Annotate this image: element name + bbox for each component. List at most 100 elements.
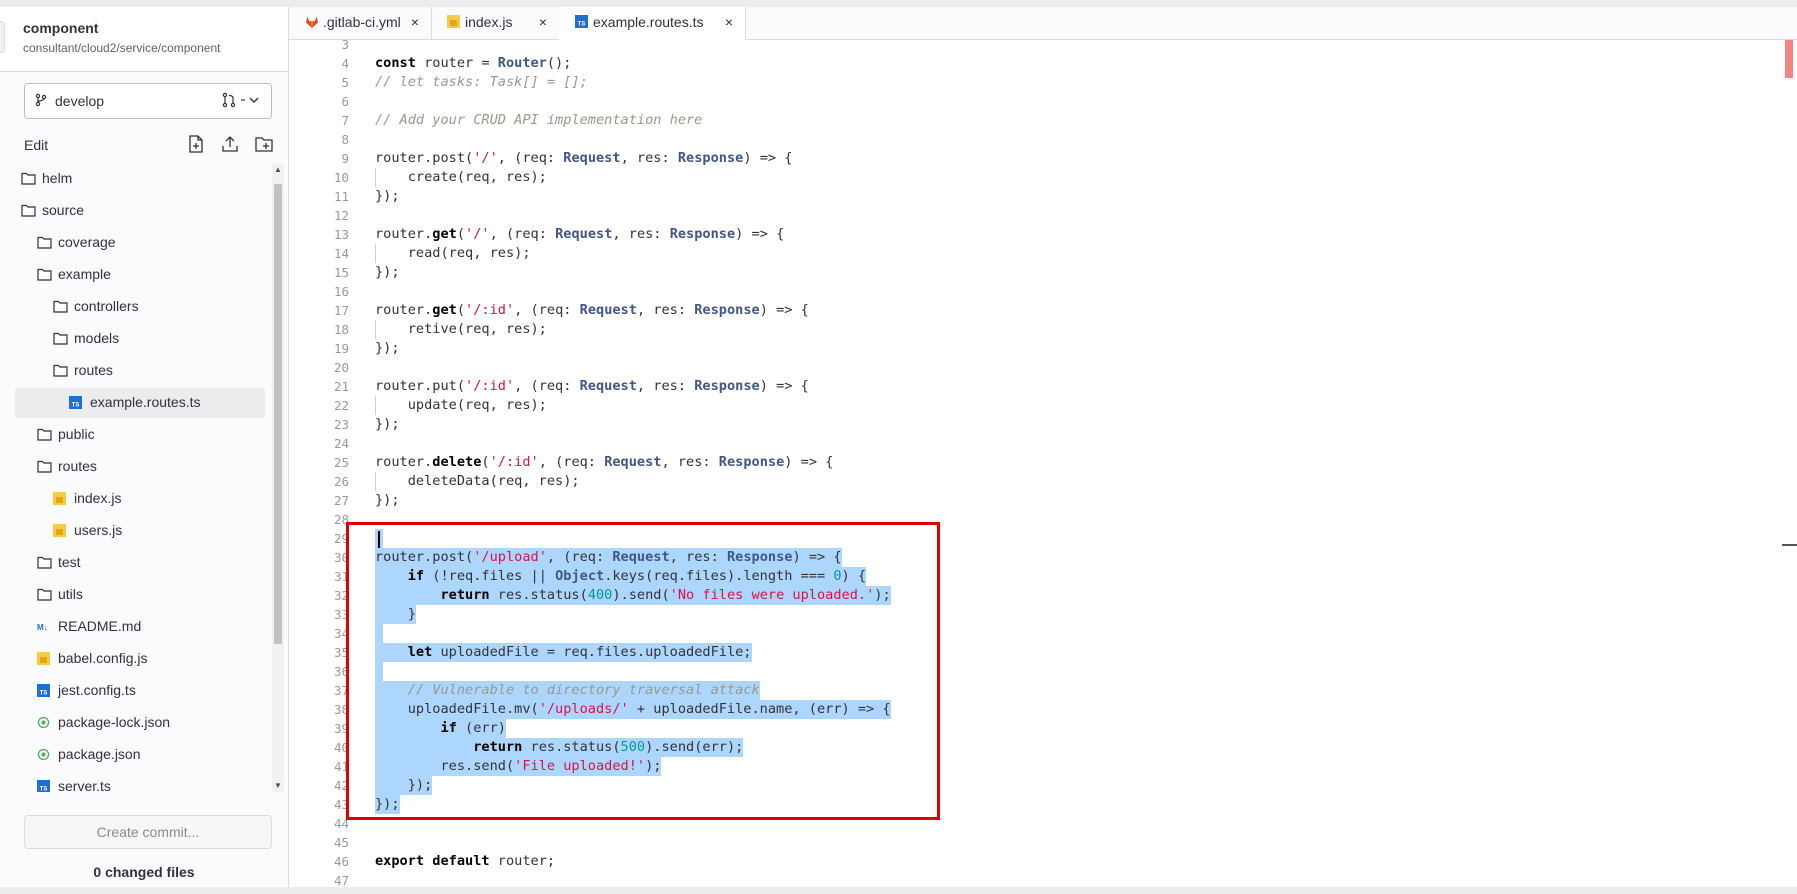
code-line[interactable]: 43}); (289, 795, 1749, 814)
file-tree-item[interactable]: helm (15, 164, 265, 194)
code-line[interactable]: 6 (289, 92, 1749, 111)
scroll-position-marker[interactable] (1785, 40, 1793, 78)
code-line[interactable]: 22 update(req, res); (289, 396, 1749, 415)
code-line[interactable]: 24 (289, 434, 1749, 453)
file-tree-item[interactable]: index.js (15, 484, 265, 514)
code-line[interactable]: 41 res.send('File uploaded!'); (289, 757, 1749, 776)
code-line[interactable]: 9 router.post('/', (req: Request, res: Re… (289, 149, 1749, 168)
code-line[interactable]: 38 uploadedFile.mv('/uploads/' + uploade… (289, 700, 1749, 719)
new-directory-icon[interactable] (254, 134, 276, 154)
code-line[interactable]: 45 (289, 833, 1749, 852)
editor-scrollbar[interactable] (1782, 40, 1797, 887)
file-tree-item[interactable]: users.js (15, 516, 265, 546)
file-tree-item[interactable]: package.json (15, 740, 265, 770)
file-tree-item[interactable]: source (15, 196, 265, 226)
close-icon[interactable]: × (539, 14, 547, 30)
code-line[interactable]: 39 if (err) (289, 719, 1749, 738)
file-tree-scrollbar[interactable]: ▲ ▼ (272, 164, 284, 792)
ts-file-icon: TS (575, 15, 589, 29)
editor-tab[interactable]: .gitlab-ci.yml × (289, 7, 432, 39)
edit-toolbar: Edit (0, 127, 288, 161)
code-line[interactable]: 7 // Add your CRUD API implementation her… (289, 111, 1749, 130)
file-tree-item[interactable]: coverage (15, 228, 265, 258)
code-text: // Add your CRUD API implementation here (375, 112, 703, 128)
code-line[interactable]: 35 let uploadedFile = req.files.uploaded… (289, 643, 1749, 662)
code-line[interactable]: 42 }); (289, 776, 1749, 795)
code-line[interactable]: 13 router.get('/', (req: Request, res: Re… (289, 225, 1749, 244)
code-line[interactable]: 29 (289, 529, 1749, 548)
code-editor[interactable]: 3 4 const router = Router(); 5// let tasks:… (289, 40, 1797, 887)
code-line[interactable]: 25 router.delete('/:id', (req: Request, r… (289, 453, 1749, 472)
scroll-thumb[interactable] (274, 184, 282, 644)
editor-tab[interactable]: TS example.routes.ts × (559, 7, 746, 41)
file-tree-item[interactable]: routes (15, 356, 265, 386)
file-tree-item[interactable]: example (15, 260, 265, 290)
code-line[interactable]: 46 export default router; (289, 852, 1749, 871)
code-line[interactable]: 4 const router = Router(); (289, 54, 1749, 73)
code-text: router.post('/upload', (req: Request, re… (375, 548, 842, 567)
json-file-icon (37, 716, 52, 729)
file-tree-item[interactable]: models (15, 324, 265, 354)
code-text: // let tasks: Task[] = []; (375, 74, 588, 90)
file-tree-item[interactable]: controllers (15, 292, 265, 322)
code-line[interactable]: 34 (289, 624, 1749, 643)
file-tree-label: example (58, 266, 111, 282)
new-file-icon[interactable] (186, 134, 208, 154)
code-line[interactable]: 32 return res.status(400).send('No files… (289, 586, 1749, 605)
code-line[interactable]: 30 router.post('/upload', (req: Request, … (289, 548, 1749, 567)
code-text: return res.status(400).send('No files we… (375, 586, 891, 605)
close-icon[interactable]: × (725, 14, 733, 30)
code-line[interactable]: 33 } (289, 605, 1749, 624)
code-line[interactable]: 12 (289, 206, 1749, 225)
branch-selector[interactable]: develop (24, 83, 272, 119)
code-line[interactable]: 8 (289, 130, 1749, 149)
code-line[interactable]: 40 return res.status(500).send(err); (289, 738, 1749, 757)
line-number: 36 (333, 664, 349, 679)
file-tree-item[interactable]: public (15, 420, 265, 450)
file-tree-label: coverage (58, 234, 116, 250)
project-header[interactable]: component consultant/cloud2/service/comp… (0, 7, 288, 72)
code-line[interactable]: 20 (289, 358, 1749, 377)
code-line[interactable]: 3 (289, 40, 1749, 54)
code-line[interactable]: 5 // let tasks: Task[] = []; (289, 73, 1749, 92)
file-tree-label: helm (42, 170, 73, 186)
code-line[interactable]: 21 router.put('/:id', (req: Request, res:… (289, 377, 1749, 396)
file-tree-item[interactable]: test (15, 548, 265, 578)
project-name[interactable]: component (23, 20, 98, 36)
create-commit-button[interactable]: Create commit... (24, 815, 272, 849)
scroll-up-arrow-icon[interactable]: ▲ (274, 166, 282, 174)
merge-request-dropdown[interactable] (221, 92, 261, 113)
scroll-down-arrow-icon[interactable]: ▼ (274, 782, 282, 790)
file-tree-item[interactable]: routes (15, 452, 265, 482)
code-line[interactable]: 26 deleteData(req, res); (289, 472, 1749, 491)
file-tree-item[interactable]: TS example.routes.ts (15, 388, 265, 418)
file-tree-item[interactable]: package-lock.json (15, 708, 265, 738)
line-number: 30 (333, 550, 349, 565)
line-number: 35 (333, 645, 349, 660)
code-line[interactable]: 27}); (289, 491, 1749, 510)
file-tree-item[interactable]: M↓ README.md (15, 612, 265, 642)
file-tree-label: package-lock.json (58, 714, 171, 730)
file-tree-item[interactable]: TS jest.config.ts (15, 676, 265, 706)
upload-file-icon[interactable] (220, 134, 242, 154)
file-tree-item[interactable]: utils (15, 580, 265, 610)
code-line[interactable]: 15}); (289, 263, 1749, 282)
code-line[interactable]: 37 // Vulnerable to directory traversal … (289, 681, 1749, 700)
code-line[interactable]: 47 (289, 871, 1749, 887)
code-line[interactable]: 14 read(req, res); (289, 244, 1749, 263)
code-line[interactable]: 19}); (289, 339, 1749, 358)
code-line[interactable]: 23}); (289, 415, 1749, 434)
code-line[interactable]: 16 (289, 282, 1749, 301)
code-line[interactable]: 31 if (!req.files || Object.keys(req.fil… (289, 567, 1749, 586)
code-line[interactable]: 36 (289, 662, 1749, 681)
code-line[interactable]: 11}); (289, 187, 1749, 206)
close-icon[interactable]: × (411, 14, 419, 30)
code-line[interactable]: 44 (289, 814, 1749, 833)
editor-tab[interactable]: index.js × (431, 7, 560, 39)
file-tree-item[interactable]: babel.config.js (15, 644, 265, 674)
code-line[interactable]: 28 (289, 510, 1749, 529)
code-line[interactable]: 10 create(req, res); (289, 168, 1749, 187)
code-line[interactable]: 17 router.get('/:id', (req: Request, res:… (289, 301, 1749, 320)
code-line[interactable]: 18 retive(req, res); (289, 320, 1749, 339)
file-tree-item[interactable]: TS server.ts (15, 772, 265, 792)
